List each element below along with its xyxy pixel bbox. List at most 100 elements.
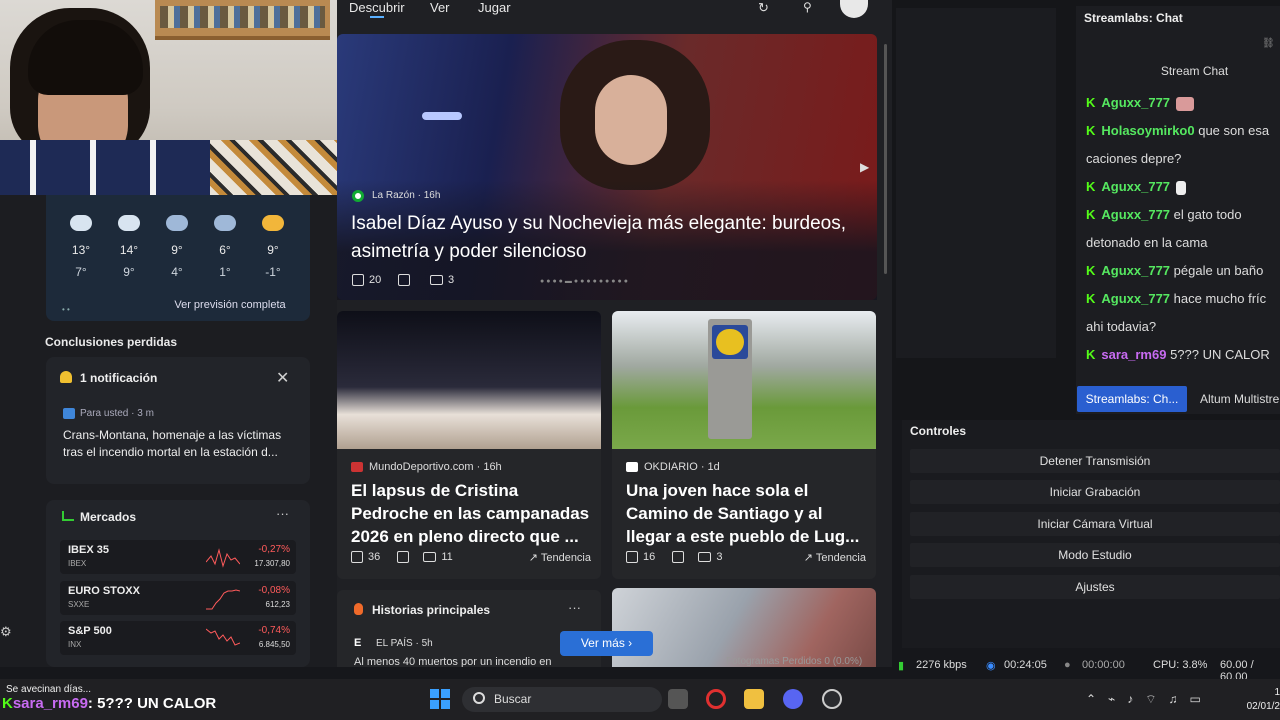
sun-icon (262, 215, 284, 231)
task-view-icon[interactable] (668, 689, 688, 709)
news-card[interactable]: MundoDeportivo.com · 16h El lapsus de Cr… (337, 311, 601, 579)
dropped-frames: Fotogramas Perdidos 0 (0.0%) (726, 656, 863, 667)
like-button[interactable]: 20 (352, 274, 381, 287)
chat-message: detonado en la cama (1086, 235, 1208, 250)
close-icon[interactable]: ✕ (276, 368, 289, 388)
live-icon: ◉ (986, 660, 996, 672)
link-icon[interactable]: ⛓ (1262, 38, 1275, 49)
active-tab-indicator (370, 16, 384, 18)
chat-overlay: Ksara_rm69: 5??? UN CALOR (2, 695, 217, 712)
thumbs-up-icon (351, 551, 363, 564)
search-placeholder: Buscar (494, 692, 532, 706)
source-icon (351, 462, 363, 473)
tab-discover[interactable]: Descubrir (349, 0, 405, 15)
start-virtual-camera-button[interactable]: Iniciar Cámara Virtual (910, 512, 1280, 536)
file-explorer-icon[interactable] (744, 689, 764, 709)
refresh-icon[interactable]: ↻ (758, 0, 769, 16)
windows-start-icon[interactable] (430, 689, 450, 709)
comments-button[interactable]: 3 (698, 551, 723, 563)
hero-title[interactable]: Isabel Díaz Ayuso y su Nochevieja más el… (351, 210, 851, 266)
tab-watch[interactable]: Ver (430, 0, 450, 15)
record-icon: ● (1064, 659, 1071, 671)
card-source: OKDIARIO · 1d (626, 461, 720, 473)
kick-icon: K (1086, 291, 1096, 306)
card-title[interactable]: El lapsus de Cristina Pedroche en las ca… (351, 479, 595, 548)
chart-icon (62, 511, 74, 521)
webcam-feed (0, 0, 348, 195)
system-tray[interactable]: ⌃⌁♪⌔♫▭ (1086, 692, 1213, 707)
opera-icon[interactable] (706, 689, 726, 709)
emote-icon (1176, 96, 1195, 111)
kick-icon: K (1086, 347, 1096, 362)
chat-message: K Holasoymirko0 que son esa (1086, 123, 1270, 138)
chat-message: caciones depre? (1086, 151, 1182, 166)
share-icon[interactable]: ⚲ (803, 0, 812, 14)
card-source: MundoDeportivo.com · 16h (351, 461, 502, 473)
tab-streamlabs-chat[interactable]: Streamlabs: Ch... (1077, 386, 1187, 412)
like-button[interactable]: 36 (351, 551, 380, 564)
controls-title: Controles (910, 424, 967, 438)
like-button[interactable]: 16 (626, 551, 655, 564)
discord-icon[interactable] (783, 689, 803, 709)
more-icon[interactable]: ··· (568, 600, 581, 615)
more-icon[interactable]: ··· (276, 506, 289, 521)
comments-button[interactable]: 11 (423, 551, 453, 563)
weather-day: 6° 1° (205, 215, 245, 279)
comment-icon (698, 552, 712, 563)
comments-button[interactable]: 3 (430, 274, 454, 286)
notification-text[interactable]: Crans-Montana, homenaje a las víctimas t… (63, 427, 299, 461)
rain-icon (214, 215, 236, 231)
sparkline (206, 628, 240, 646)
tab-play[interactable]: Jugar (478, 0, 511, 15)
chat-message: K Aguxx_777 (1086, 94, 1195, 112)
flame-icon (354, 603, 363, 615)
story-source: EL PAÍS · 5h (376, 638, 433, 649)
scrollbar[interactable] (884, 44, 887, 274)
weather-day: 9° -1° (253, 215, 293, 279)
trending-badge: ↗ Tendencia (803, 552, 866, 564)
carousel-dots[interactable]: ●●●●▬●●●●●●●●● (540, 278, 630, 285)
story-snippet[interactable]: Al menos 40 muertos por un incendio en (354, 656, 594, 667)
dislike-button[interactable] (672, 551, 689, 564)
dislike-button[interactable] (397, 551, 414, 564)
chat-subtitle: Stream Chat (1160, 64, 1229, 78)
gear-icon[interactable]: ⚙ (0, 624, 12, 640)
market-row[interactable]: EURO STOXX SXXE -0,08% 612,23 (60, 581, 296, 615)
news-card[interactable]: OKDIARIO · 1d Una joven hace sola el Cam… (612, 311, 876, 579)
start-recording-button[interactable]: Iniciar Grabación (910, 480, 1280, 504)
taskbar-search[interactable] (462, 687, 662, 712)
card-image (337, 311, 601, 449)
chat-panel-title: Streamlabs: Chat (1084, 11, 1183, 25)
weather-ticker: Se avecinan días... (6, 684, 92, 695)
bitrate: 2276 kbps (916, 659, 967, 671)
kick-icon: K (1086, 123, 1096, 138)
see-more-button[interactable]: Ver más › (560, 631, 653, 656)
stop-stream-button[interactable]: Detener Transmisión (910, 449, 1280, 473)
thumbs-up-icon (352, 274, 364, 287)
streamlabs-icon[interactable] (822, 689, 842, 709)
notification-meta: Para usted · 3 m (80, 408, 154, 419)
scene-preview (896, 8, 1056, 358)
carousel-dots[interactable]: • • (62, 305, 70, 314)
card-image (612, 311, 876, 449)
missed-section-title: Conclusiones perdidas (45, 335, 178, 349)
clock[interactable]: 1 02/01/2 (1240, 686, 1280, 714)
kick-icon: K (1086, 207, 1096, 222)
settings-button[interactable]: Ajustes (910, 575, 1280, 599)
status-bar: Fotogramas Perdidos 0 (0.0%) ▮ 2276 kbps… (720, 656, 1280, 683)
source-icon (626, 462, 638, 473)
weather-forecast-link[interactable]: Ver previsión completa (160, 299, 300, 311)
tab-multistream[interactable]: Altum Multistre (1200, 386, 1279, 412)
market-row[interactable]: IBEX 35 IBEX -0,27% 17.307,80 (60, 540, 296, 574)
top-stories-title: Historias principales (372, 603, 491, 617)
chevron-right-icon[interactable]: ▶ (860, 160, 869, 174)
chat-message: K Aguxx_777 el gato todo (1086, 207, 1242, 222)
market-row[interactable]: S&P 500 INX -0,74% 6.845,50 (60, 621, 296, 655)
bell-icon (60, 371, 72, 383)
card-title[interactable]: Una joven hace sola el Camino de Santiag… (626, 479, 870, 548)
rain-icon (166, 215, 188, 231)
card-actions: 16 3 ↗ Tendencia (626, 551, 866, 564)
studio-mode-button[interactable]: Modo Estudio (910, 543, 1280, 567)
dislike-button[interactable] (398, 274, 415, 287)
thumbs-down-icon (398, 274, 410, 287)
